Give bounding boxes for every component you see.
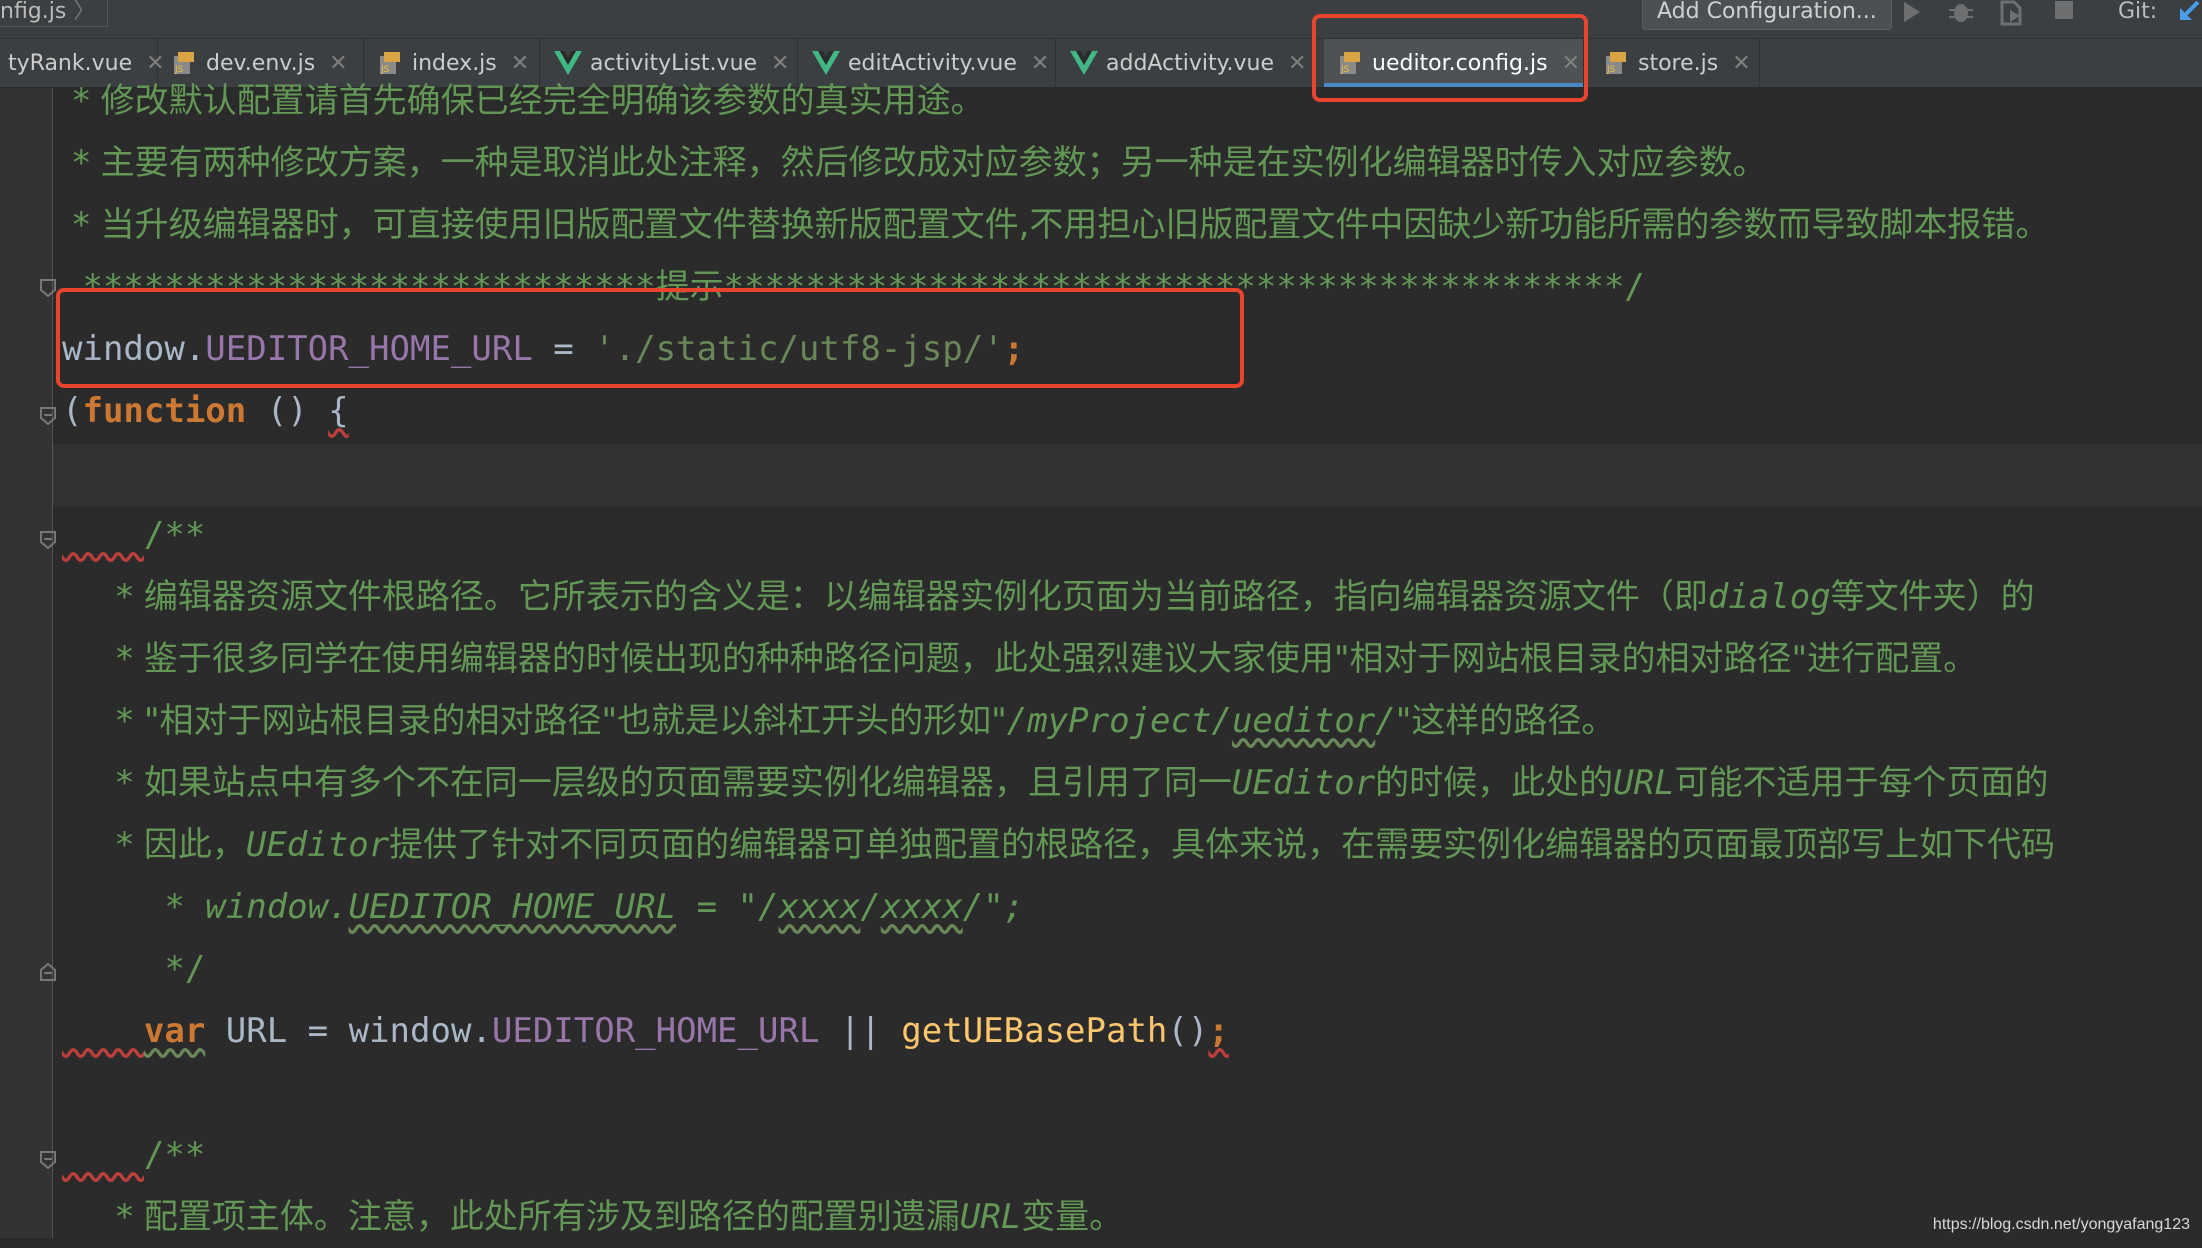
comment: UEditor <box>245 825 390 865</box>
code-text: URL = window. <box>205 1011 492 1051</box>
comment: * 配置项主体。注意，此处所有涉及到路径的配置别遗漏 <box>62 1197 960 1237</box>
code-line-18: /** <box>62 1124 205 1186</box>
code-lines[interactable]: * 修改默认配置请首先确保已经完全明确该参数的真实用途。 * 主要有两种修改方案… <box>62 81 2202 1238</box>
comment: */ <box>62 949 206 989</box>
comment: /** <box>143 1135 206 1175</box>
comment: * 当升级编辑器时，可直接使用旧版配置文件替换新版配置文件,不用担心旧版配置文件… <box>62 205 2050 245</box>
code-line-16: var URL = window.UEDITOR_HOME_URL || get… <box>62 1000 1229 1062</box>
code-keyword: var <box>143 1011 206 1051</box>
git-update-icon[interactable] <box>2176 0 2202 30</box>
comment: * 编辑器资源文件根路径。它所表示的含义是：以编辑器实例化页面为当前路径，指向编… <box>62 577 1708 617</box>
code-editor[interactable]: * 修改默认配置请首先确保已经完全明确该参数的真实用途。 * 主要有两种修改方案… <box>0 81 2202 1238</box>
comment: * 因此， <box>62 825 246 865</box>
close-icon[interactable]: ✕ <box>1031 51 1049 76</box>
comment: 等文件夹）的 <box>1830 577 2035 617</box>
code-line-19: * 配置项主体。注意，此处所有涉及到路径的配置别遗漏URL变量。 <box>62 1186 1123 1248</box>
fold-icon[interactable] <box>38 962 58 982</box>
comment: * "相对于网站根目录的相对路径"也就是以斜杠开头的形如" <box>62 701 1007 741</box>
run-icon[interactable] <box>1896 0 1926 30</box>
comment: /** <box>143 515 206 555</box>
editor-gutter <box>0 88 56 1238</box>
comment: 的时候，此处的 <box>1375 763 1614 803</box>
comment: /myProject/ <box>1006 701 1232 741</box>
top-toolbar: nfig.js 〉 Add Configuration... Git: <box>0 0 2202 39</box>
comment: URL <box>959 1197 1022 1237</box>
stop-icon[interactable] <box>2050 0 2080 30</box>
add-configuration-button[interactable]: Add Configuration... <box>1642 0 1892 30</box>
code-semicolon: ; <box>1208 1011 1229 1051</box>
highlight-box-code <box>56 288 1244 388</box>
comment: = "/ <box>676 887 779 927</box>
code-line-10: * 鉴于很多同学在使用编辑器的时候出现的种种路径问题，此处强烈建议大家使用"相对… <box>62 628 1977 690</box>
debug-icon[interactable] <box>1946 0 1976 30</box>
comment: 变量。 <box>1021 1197 1124 1237</box>
breadcrumb[interactable]: nfig.js 〉 <box>0 0 109 27</box>
comment: xxxx <box>880 887 963 927</box>
code-line-3: * 当升级编辑器时，可直接使用旧版配置文件替换新版配置文件,不用担心旧版配置文件… <box>62 194 2050 256</box>
comment: /"; <box>962 887 1025 927</box>
code-brace: { <box>328 391 349 431</box>
comment: 提供了针对不同页面的编辑器可单独配置的根路径，具体来说，在需要实例化编辑器的页面… <box>389 825 2056 865</box>
vue-file-icon <box>1070 51 1098 75</box>
code-line-14: * window.UEDITOR_HOME_URL = "/xxxx/xxxx/… <box>62 876 1024 938</box>
code-line-9: * 编辑器资源文件根路径。它所表示的含义是：以编辑器实例化页面为当前路径，指向编… <box>62 566 2035 628</box>
comment: UEDITOR_HOME_URL <box>348 887 677 927</box>
comment: * 主要有两种修改方案，一种是取消此处注释，然后修改成对应参数；另一种是在实例化… <box>62 143 1767 183</box>
code-line-11: * "相对于网站根目录的相对路径"也就是以斜杠开头的形如"/myProject/… <box>62 690 1615 752</box>
comment: xxxx <box>778 887 861 927</box>
js-file-icon: JS <box>1606 52 1626 75</box>
code-keyword: function <box>82 391 247 431</box>
tab-addactivity-vue[interactable]: addActivity.vue ✕ <box>1056 39 1316 87</box>
code-function: getUEBasePath <box>901 1011 1168 1051</box>
code-line-8: /** <box>62 504 205 566</box>
code-line-15: */ <box>62 938 205 1000</box>
comment: ueditor <box>1231 701 1376 741</box>
code-line-6: (function () { <box>62 380 349 442</box>
highlight-box-tab <box>1312 14 1588 102</box>
svg-text:JS: JS <box>1606 65 1616 75</box>
tab-store-js[interactable]: JS store.js ✕ <box>1590 39 1760 87</box>
comment: dialog <box>1707 577 1831 617</box>
coverage-icon[interactable] <box>1996 0 2026 30</box>
comment: "这样的路径。 <box>1395 701 1616 741</box>
comment: / <box>860 887 881 927</box>
breadcrumb-chevron-icon: 〉 <box>73 0 96 24</box>
comment: * 鉴于很多同学在使用编辑器的时候出现的种种路径问题，此处强烈建议大家使用"相对… <box>62 639 1978 679</box>
tab-label: store.js <box>1638 50 1719 76</box>
git-label: Git: <box>2118 0 2158 24</box>
comment: / <box>1375 701 1396 741</box>
code-operator: || <box>819 1011 902 1051</box>
fold-icon[interactable] <box>38 406 58 426</box>
code-line-2: * 主要有两种修改方案，一种是取消此处注释，然后修改成对应参数；另一种是在实例化… <box>62 132 1767 194</box>
comment: * 如果站点中有多个不在同一层级的页面需要实例化编辑器，且引用了同一 <box>62 763 1232 803</box>
close-icon[interactable]: ✕ <box>1288 51 1306 76</box>
code-line-12: * 如果站点中有多个不在同一层级的页面需要实例化编辑器，且引用了同一UEdito… <box>62 752 2049 814</box>
close-icon[interactable]: ✕ <box>1732 51 1750 76</box>
code-paren: ( <box>62 391 83 431</box>
code-line-1: * 修改默认配置请首先确保已经完全明确该参数的真实用途。 <box>62 70 985 132</box>
code-line-13: * 因此，UEditor提供了针对不同页面的编辑器可单独配置的根路径，具体来说，… <box>62 814 2055 876</box>
fold-icon[interactable] <box>38 278 58 298</box>
fold-icon[interactable] <box>38 530 58 550</box>
comment: URL <box>1613 763 1675 803</box>
comment: UEditor <box>1231 763 1376 803</box>
tab-label: addActivity.vue <box>1106 50 1275 76</box>
comment: 可能不适用于每个页面的 <box>1674 763 2049 803</box>
code-text: () <box>246 391 329 431</box>
fold-icon[interactable] <box>38 1150 58 1170</box>
watermark: https://blog.csdn.net/yongyafang123 <box>1932 1216 2190 1233</box>
code-paren: () <box>1167 1011 1209 1051</box>
breadcrumb-file[interactable]: nfig.js <box>0 0 66 24</box>
code-field: UEDITOR_HOME_URL <box>491 1011 820 1051</box>
comment: * 修改默认配置请首先确保已经完全明确该参数的真实用途。 <box>62 81 985 121</box>
comment: * window. <box>62 887 349 927</box>
